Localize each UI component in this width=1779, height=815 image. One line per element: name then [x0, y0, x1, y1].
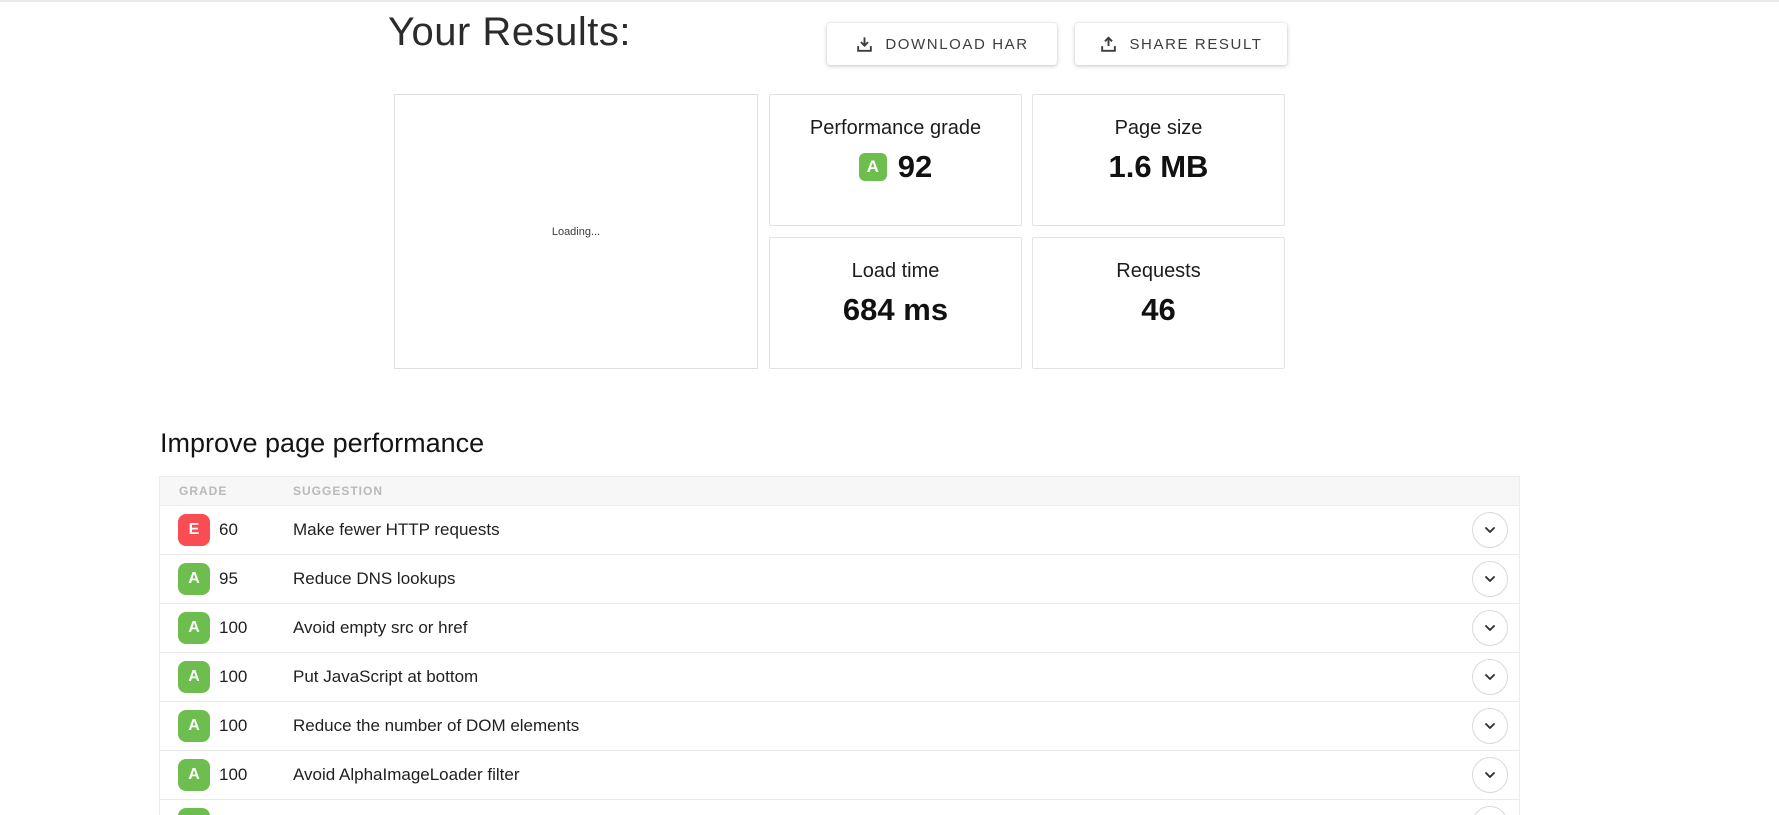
share-icon [1099, 35, 1118, 54]
page-size-label: Page size [1114, 117, 1203, 139]
performance-grade-label: Performance grade [809, 117, 982, 139]
grade-badge: A [178, 710, 210, 742]
suggestions-table: GRADE SUGGESTION E 60 Make fewer HTTP re… [159, 476, 1520, 815]
table-row: E 60 Make fewer HTTP requests [160, 506, 1519, 555]
table-row: A 95 Reduce DNS lookups [160, 555, 1519, 604]
performance-grade-badge: A [858, 153, 887, 181]
grade-badge: A [178, 563, 210, 595]
performance-grade-card: Performance grade A 92 [769, 94, 1022, 226]
grade-score: 100 [219, 765, 248, 784]
chevron-down-icon [1482, 669, 1498, 685]
table-row: A 100 Avoid AlphaImageLoader filter [160, 751, 1519, 800]
expand-suggestion-button[interactable] [1472, 659, 1508, 695]
grade-score: 60 [219, 520, 238, 539]
results-page: Your Results: DOWNLOAD HAR SHARE RESULT … [0, 0, 1779, 815]
expand-suggestion-button[interactable] [1472, 708, 1508, 744]
grade-column-header: GRADE [179, 484, 228, 498]
table-row: A 100 Reduce the number of DOM elements [160, 702, 1519, 751]
requests-card: Requests 46 [1032, 237, 1285, 369]
download-icon [855, 35, 874, 54]
chevron-down-icon [1482, 571, 1498, 587]
load-time-card: Load time 684 ms [769, 237, 1022, 369]
page-size-value: 1.6 MB [1108, 149, 1209, 184]
requests-value: 46 [1141, 292, 1176, 327]
table-header-row: GRADE SUGGESTION [160, 477, 1519, 506]
expand-suggestion-button[interactable] [1472, 757, 1508, 793]
improve-section-heading: Improve page performance [160, 428, 485, 458]
suggestion-text: Put JavaScript at bottom [293, 667, 479, 686]
performance-grade-value: A 92 [770, 148, 1021, 186]
suggestion-text: Reduce DNS lookups [293, 569, 456, 588]
download-har-button[interactable]: DOWNLOAD HAR [827, 23, 1057, 65]
grade-score: 100 [219, 716, 248, 735]
expand-suggestion-button[interactable] [1472, 561, 1508, 597]
page-size-card: Page size 1.6 MB [1032, 94, 1285, 226]
page-title: Your Results: [388, 10, 631, 54]
expand-suggestion-button[interactable] [1472, 610, 1508, 646]
table-row: A 100 Avoid empty src or href [160, 604, 1519, 653]
suggestion-text: Avoid AlphaImageLoader filter [293, 765, 520, 784]
download-har-label: DOWNLOAD HAR [885, 35, 1029, 53]
grade-badge: A [178, 808, 210, 815]
suggestion-text: Avoid empty src or href [293, 618, 468, 637]
loading-text: Loading... [551, 225, 601, 238]
table-row: A [160, 800, 1519, 815]
chevron-down-icon [1482, 767, 1498, 783]
requests-label: Requests [1116, 260, 1201, 282]
suggestion-text: Make fewer HTTP requests [293, 520, 500, 539]
load-time-value: 684 ms [842, 292, 949, 327]
expand-suggestion-button[interactable] [1472, 512, 1508, 548]
grade-score: 95 [219, 569, 238, 588]
load-time-label: Load time [851, 260, 940, 282]
chevron-down-icon [1482, 522, 1498, 538]
performance-grade-number: 92 [897, 149, 933, 184]
expand-suggestion-button[interactable] [1472, 806, 1508, 815]
grade-badge: A [178, 759, 210, 791]
chevron-down-icon [1482, 718, 1498, 734]
share-result-label: SHARE RESULT [1129, 35, 1263, 53]
grade-badge: A [178, 612, 210, 644]
grade-score: 100 [219, 667, 248, 686]
grade-badge: A [178, 661, 210, 693]
chevron-down-icon [1482, 620, 1498, 636]
filmstrip-loading-panel: Loading... [394, 94, 758, 369]
share-result-button[interactable]: SHARE RESULT [1075, 23, 1287, 65]
table-row: A 100 Put JavaScript at bottom [160, 653, 1519, 702]
suggestion-text: Reduce the number of DOM elements [293, 716, 580, 735]
suggestion-column-header: SUGGESTION [293, 484, 384, 498]
grade-badge: E [178, 514, 210, 546]
grade-score: 100 [219, 618, 248, 637]
